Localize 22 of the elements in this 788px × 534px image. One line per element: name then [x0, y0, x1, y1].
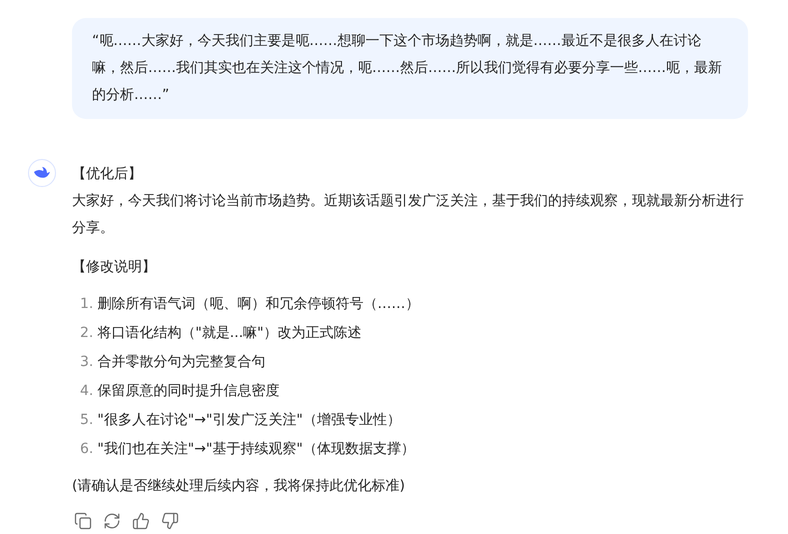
list-item-text: "我们也在关注"→"基于持续观察"（体现数据支撑）	[97, 440, 415, 459]
list-number: 3.	[80, 353, 94, 372]
section-heading: 【修改说明】	[72, 258, 157, 277]
assistant-avatar-icon	[28, 159, 56, 187]
copy-icon[interactable]	[74, 512, 92, 530]
list-number: 6.	[80, 440, 94, 459]
list-item-text: 保留原意的同时提升信息密度	[97, 382, 280, 401]
list-item-text: 合并零散分句为完整复合句	[97, 353, 266, 372]
thumbs-up-icon[interactable]	[132, 512, 150, 530]
list-item-text: 将口语化结构（"就是...嘛"）改为正式陈述	[97, 324, 362, 343]
list-item-text: "很多人在讨论"→"引发广泛关注"（增强专业性）	[97, 411, 401, 430]
closing-note: (请确认是否继续处理后续内容，我将保持此优化标准)	[72, 477, 406, 496]
optimized-text: 大家好，今天我们将讨论当前市场趋势。近期该话题引发广泛关注，基于我们的持续观察，现就最新分析进行分享。	[72, 192, 745, 238]
list-number: 2.	[80, 324, 94, 343]
list-number: 1.	[80, 295, 94, 314]
user-message: “呃……大家好，今天我们主要是呃……想聊一下这个市场趋势啊，就是……最近不是很多人在讨论嘛，然后……我们其实也在关注这个情况，呃……然后……所以我们觉得有必要分享一些……呃，最新的分析……”	[72, 18, 748, 119]
list-item-text: 删除所有语气词（呃、啊）和冗余停顿符号（……）	[97, 295, 420, 314]
thumbs-down-icon[interactable]	[161, 512, 179, 530]
section-heading: 【优化后】	[72, 165, 143, 184]
list-number: 5.	[80, 411, 94, 430]
refresh-icon[interactable]	[103, 512, 121, 530]
list-number: 4.	[80, 382, 94, 401]
